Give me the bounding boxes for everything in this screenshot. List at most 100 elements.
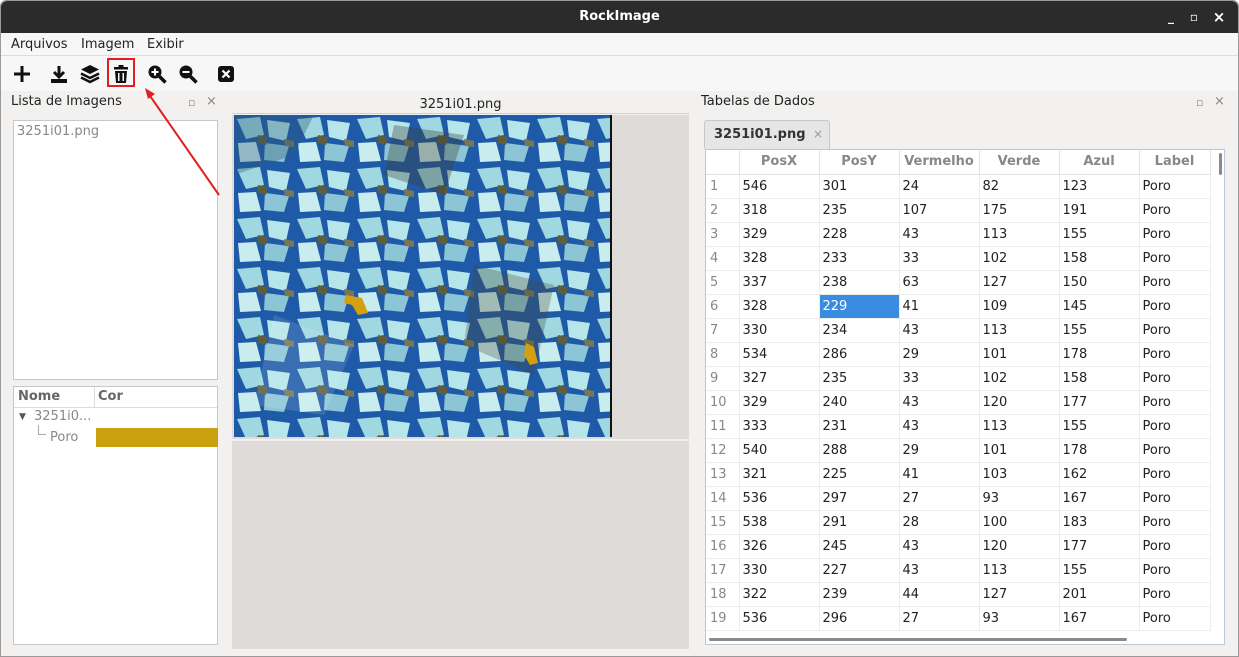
table-row[interactable]: 17 330 227 43 113 155 Poro — [706, 558, 1211, 583]
tree-child-item[interactable]: Poro — [50, 430, 78, 445]
table-cell[interactable]: 234 — [819, 318, 900, 343]
table-cell[interactable]: Poro — [1139, 534, 1211, 559]
table-cell[interactable]: 127 — [979, 582, 1060, 607]
table-cell[interactable]: 328 — [739, 294, 820, 319]
table-row[interactable]: 18 322 239 44 127 201 Poro — [706, 582, 1211, 607]
table-cell[interactable]: 158 — [1059, 366, 1140, 391]
table-row[interactable]: 5 337 238 63 127 150 Poro — [706, 270, 1211, 295]
table-cell[interactable]: 322 — [739, 582, 820, 607]
table-cell[interactable]: 44 — [899, 582, 980, 607]
table-row[interactable]: 13 321 225 41 103 162 Poro — [706, 462, 1211, 487]
table-cell[interactable]: Poro — [1139, 486, 1211, 511]
table-cell[interactable]: 327 — [739, 366, 820, 391]
table-cell[interactable]: 29 — [899, 438, 980, 463]
table-cell[interactable]: 231 — [819, 414, 900, 439]
table-cell[interactable]: 239 — [819, 582, 900, 607]
table-cell[interactable]: 101 — [979, 438, 1060, 463]
color-swatch[interactable] — [96, 428, 218, 447]
table-cell[interactable]: 288 — [819, 438, 900, 463]
column-header[interactable]: PosY — [819, 150, 900, 175]
table-cell[interactable]: 155 — [1059, 222, 1140, 247]
column-header[interactable]: Azul — [1059, 150, 1140, 175]
table-row[interactable]: 2 318 235 107 175 191 Poro — [706, 198, 1211, 223]
table-cell[interactable]: Poro — [1139, 294, 1211, 319]
add-image-button[interactable] — [10, 62, 34, 86]
table-cell[interactable]: 318 — [739, 198, 820, 223]
table-cell[interactable]: Poro — [1139, 582, 1211, 607]
column-header[interactable]: Verde — [979, 150, 1060, 175]
table-cell[interactable]: 534 — [739, 342, 820, 367]
menu-imagem[interactable]: Imagem — [81, 37, 134, 52]
table-cell[interactable]: 33 — [899, 246, 980, 271]
table-cell[interactable]: Poro — [1139, 222, 1211, 247]
table-cell[interactable]: 296 — [819, 606, 900, 631]
table-cell[interactable]: 29 — [899, 342, 980, 367]
column-header[interactable]: PosX — [739, 150, 820, 175]
table-cell[interactable]: 235 — [819, 198, 900, 223]
table-cell[interactable]: 540 — [739, 438, 820, 463]
image-list-item[interactable]: 3251i01.png — [17, 124, 99, 139]
table-cell[interactable]: 229 — [819, 294, 900, 319]
table-cell[interactable]: Poro — [1139, 558, 1211, 583]
horizontal-scrollbar[interactable] — [709, 638, 1127, 641]
table-cell[interactable]: 101 — [979, 342, 1060, 367]
table-row[interactable]: 9 327 235 33 102 158 Poro — [706, 366, 1211, 391]
table-cell[interactable]: 177 — [1059, 390, 1140, 415]
table-cell[interactable]: 123 — [1059, 174, 1140, 199]
table-cell[interactable]: 109 — [979, 294, 1060, 319]
table-cell[interactable]: 330 — [739, 318, 820, 343]
table-cell[interactable]: 235 — [819, 366, 900, 391]
table-cell[interactable]: 41 — [899, 462, 980, 487]
table-cell[interactable]: Poro — [1139, 438, 1211, 463]
table-cell[interactable]: 175 — [979, 198, 1060, 223]
table-row[interactable]: 10 329 240 43 120 177 Poro — [706, 390, 1211, 415]
close-window-button[interactable]: × — [1209, 7, 1229, 27]
table-cell[interactable]: 326 — [739, 534, 820, 559]
table-cell[interactable]: 82 — [979, 174, 1060, 199]
table-row[interactable]: 19 536 296 27 93 167 Poro — [706, 606, 1211, 631]
table-row[interactable]: 14 536 297 27 93 167 Poro — [706, 486, 1211, 511]
table-cell[interactable]: 93 — [979, 486, 1060, 511]
table-cell[interactable]: 102 — [979, 366, 1060, 391]
table-row[interactable]: 6 328 229 41 109 145 Poro — [706, 294, 1211, 319]
download-button[interactable] — [47, 62, 71, 86]
table-cell[interactable]: 238 — [819, 270, 900, 295]
table-row[interactable]: 8 534 286 29 101 178 Poro — [706, 342, 1211, 367]
table-row[interactable]: 16 326 245 43 120 177 Poro — [706, 534, 1211, 559]
layers-button[interactable] — [78, 62, 102, 86]
table-cell[interactable]: 100 — [979, 510, 1060, 535]
table-cell[interactable]: 155 — [1059, 558, 1140, 583]
table-cell[interactable]: Poro — [1139, 606, 1211, 631]
tree-root-item[interactable]: 3251i0... — [34, 409, 91, 424]
table-cell[interactable]: 240 — [819, 390, 900, 415]
table-row[interactable]: 3 329 228 43 113 155 Poro — [706, 222, 1211, 247]
table-cell[interactable]: Poro — [1139, 198, 1211, 223]
table-cell[interactable]: 245 — [819, 534, 900, 559]
table-cell[interactable]: 538 — [739, 510, 820, 535]
table-cell[interactable]: 286 — [819, 342, 900, 367]
table-row[interactable]: 12 540 288 29 101 178 Poro — [706, 438, 1211, 463]
table-cell[interactable]: Poro — [1139, 366, 1211, 391]
table-cell[interactable]: 178 — [1059, 438, 1140, 463]
table-cell[interactable]: 63 — [899, 270, 980, 295]
table-cell[interactable]: 177 — [1059, 534, 1140, 559]
table-cell[interactable]: 28 — [899, 510, 980, 535]
column-header[interactable]: Vermelho — [899, 150, 980, 175]
table-cell[interactable]: 93 — [979, 606, 1060, 631]
table-cell[interactable]: Poro — [1139, 510, 1211, 535]
table-cell[interactable]: 43 — [899, 534, 980, 559]
table-cell[interactable]: 33 — [899, 366, 980, 391]
menu-arquivos[interactable]: Arquivos — [11, 37, 68, 52]
table-cell[interactable]: 329 — [739, 390, 820, 415]
vertical-scrollbar[interactable] — [1219, 153, 1222, 175]
table-cell[interactable]: 43 — [899, 414, 980, 439]
table-cell[interactable]: 178 — [1059, 342, 1140, 367]
table-row[interactable]: 7 330 234 43 113 155 Poro — [706, 318, 1211, 343]
minimize-button[interactable]: _ — [1161, 7, 1181, 27]
table-row[interactable]: 11 333 231 43 113 155 Poro — [706, 414, 1211, 439]
menu-exibir[interactable]: Exibir — [147, 37, 184, 52]
image-viewer[interactable] — [232, 115, 689, 439]
table-cell[interactable]: 546 — [739, 174, 820, 199]
table-cell[interactable]: 227 — [819, 558, 900, 583]
table-cell[interactable]: 191 — [1059, 198, 1140, 223]
